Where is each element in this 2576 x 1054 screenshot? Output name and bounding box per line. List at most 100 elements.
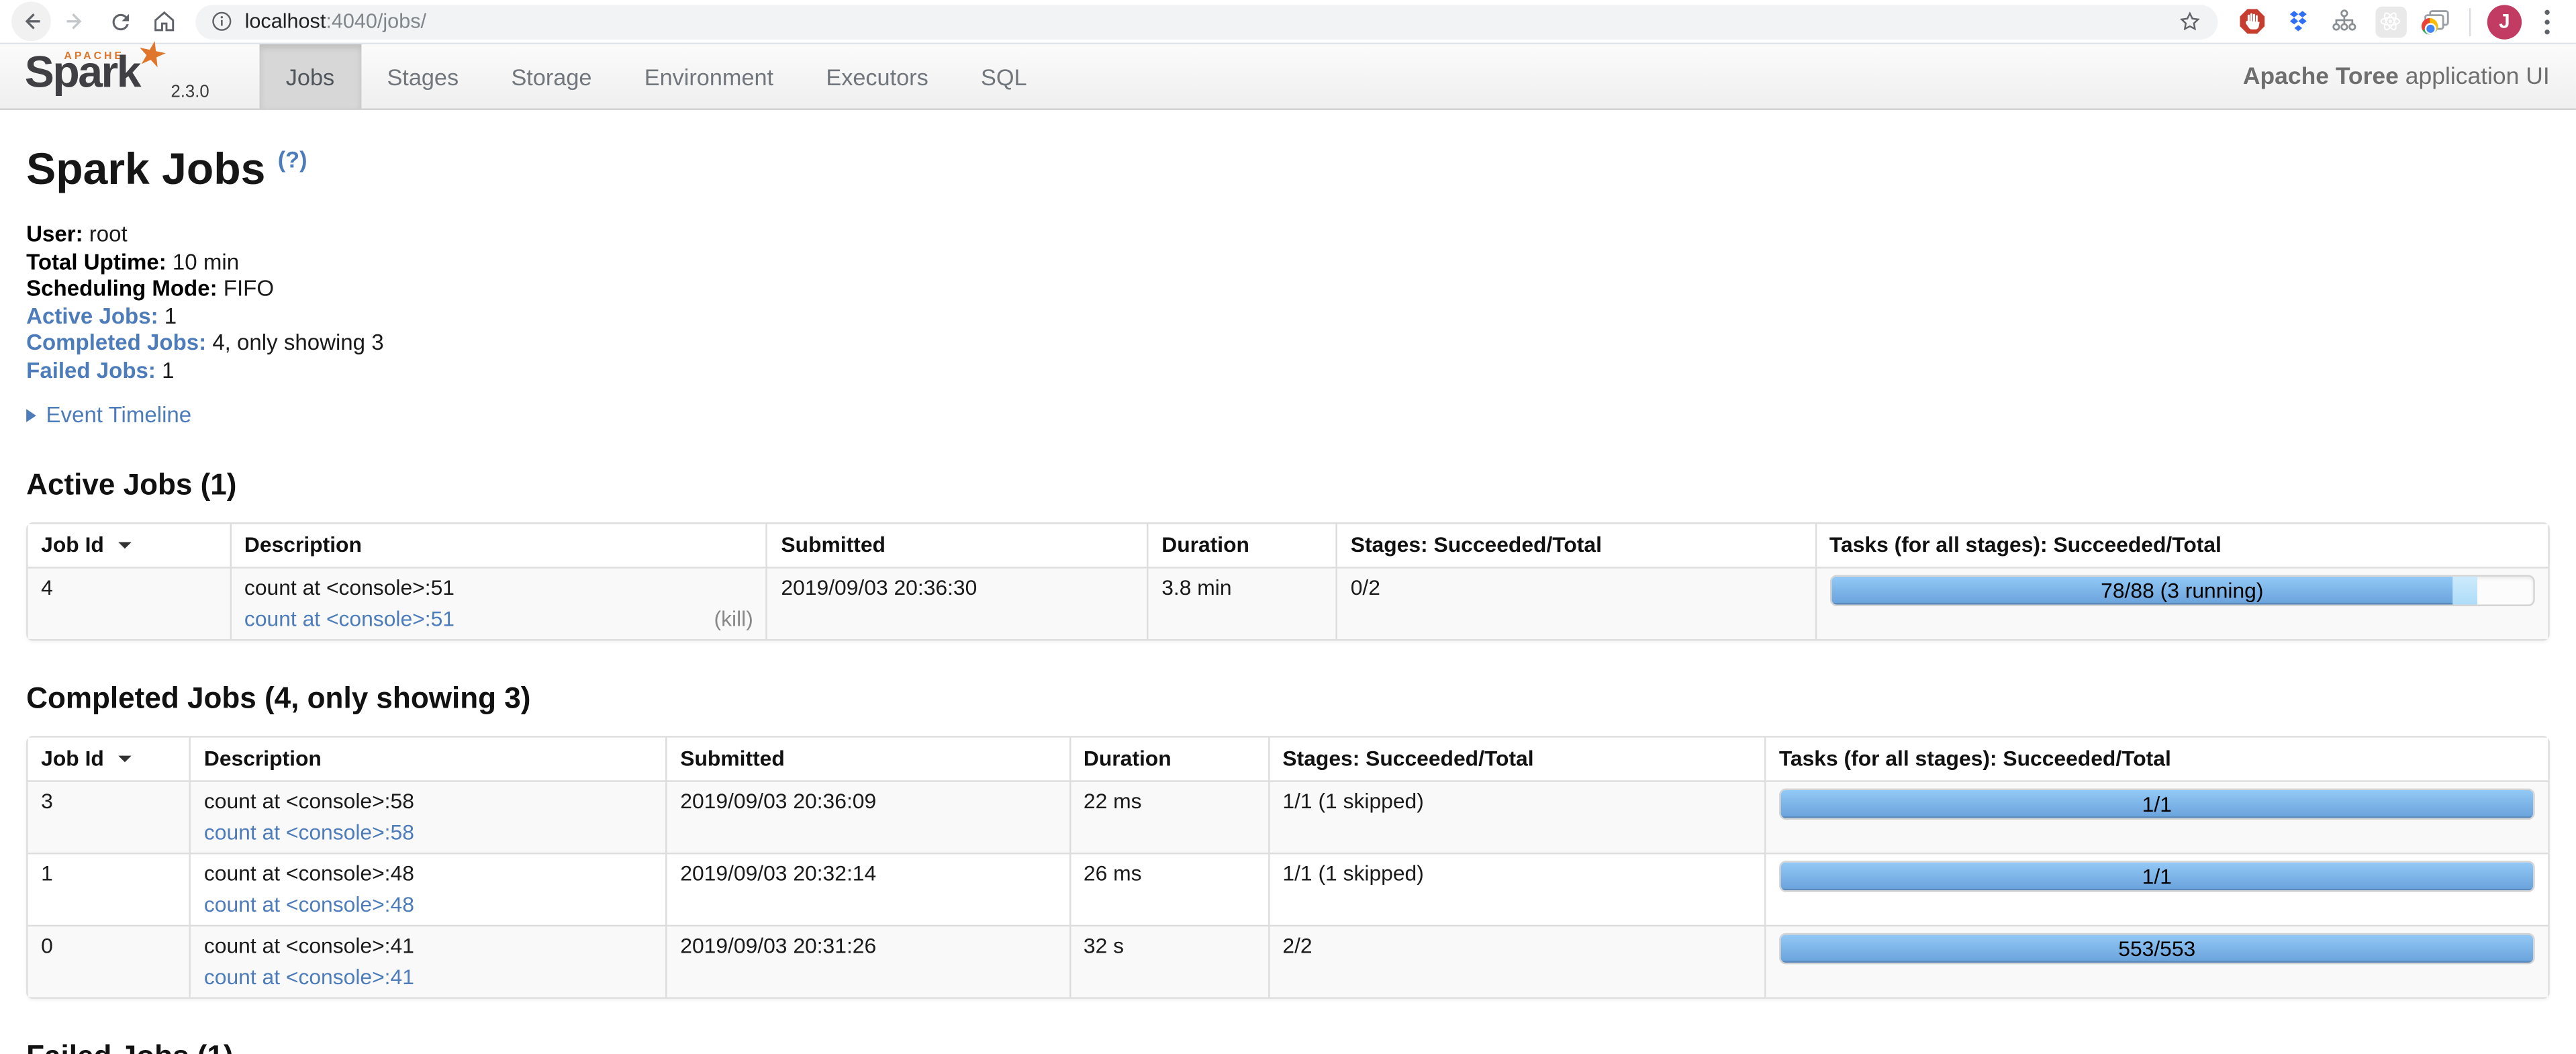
- url-host: localhost: [245, 10, 326, 33]
- job-description: count at <console>:51: [244, 574, 753, 600]
- col-description[interactable]: Description: [230, 523, 767, 566]
- job-detail-link[interactable]: count at <console>:48: [204, 891, 414, 917]
- adblock-extension-icon[interactable]: [2232, 1, 2272, 41]
- job-id-cell: 0: [28, 924, 189, 996]
- tab-environment[interactable]: Environment: [618, 44, 800, 108]
- description-cell: count at <console>:48 count at <console>…: [189, 852, 665, 924]
- site-info-icon[interactable]: [210, 10, 233, 33]
- failed-jobs-link[interactable]: Failed Jobs:: [26, 357, 156, 382]
- scheduling-mode-label: Scheduling Mode:: [26, 276, 217, 301]
- tasks-cell: 1/1: [1764, 779, 2548, 852]
- description-cell: count at <console>:58 count at <console>…: [189, 779, 665, 852]
- chrome-remote-desktop-extension-icon[interactable]: [2417, 1, 2456, 41]
- col-duration[interactable]: Duration: [1147, 523, 1336, 566]
- tasks-cell: 553/553: [1764, 924, 2548, 996]
- forward-arrow-icon: [62, 8, 89, 34]
- description-cell: count at <console>:51 count at <console>…: [230, 566, 767, 638]
- url-text[interactable]: localhost:4040/jobs/: [245, 10, 2177, 33]
- react-atom-icon: [2375, 6, 2405, 37]
- tab-jobs[interactable]: Jobs: [260, 44, 361, 108]
- table-header-row: Job Id Description Submitted Duration St…: [28, 736, 2548, 779]
- failed-jobs-heading: Failed Jobs (1): [26, 1039, 2550, 1054]
- stages-cell: 0/2: [1336, 566, 1815, 638]
- app-name: Apache Toree: [2243, 64, 2399, 90]
- stages-cell: 2/2: [1268, 924, 1764, 996]
- col-stages[interactable]: Stages: Succeeded/Total: [1268, 736, 1764, 779]
- summary-uptime: Total Uptime: 10 min: [26, 252, 2550, 272]
- col-submitted[interactable]: Submitted: [665, 736, 1069, 779]
- job-id-cell: 1: [28, 852, 189, 924]
- tab-stages[interactable]: Stages: [361, 44, 485, 108]
- col-description[interactable]: Description: [189, 736, 665, 779]
- dropbox-extension-icon[interactable]: [2279, 1, 2318, 41]
- submitted-cell: 2019/09/03 20:36:30: [766, 566, 1147, 638]
- completed-jobs-count: 4, only showing 3: [206, 330, 383, 355]
- active-jobs-table: Job Id Description Submitted Duration St…: [26, 522, 2550, 640]
- stages-cell: 1/1 (1 skipped): [1268, 779, 1764, 852]
- user-label: User:: [26, 222, 83, 246]
- app-title: Apache Toree application UI: [2243, 44, 2576, 108]
- active-jobs-count: 1: [158, 303, 177, 328]
- completed-jobs-link[interactable]: Completed Jobs:: [26, 330, 206, 355]
- back-button[interactable]: [11, 1, 51, 41]
- profile-avatar[interactable]: J: [2487, 4, 2522, 38]
- col-submitted[interactable]: Submitted: [766, 523, 1147, 566]
- summary-user: User: root: [26, 225, 2550, 244]
- job-detail-link[interactable]: count at <console>:51: [244, 606, 455, 632]
- tasks-progress-bar: 78/88 (3 running): [1829, 574, 2535, 605]
- progress-label: 553/553: [1780, 934, 2533, 962]
- user-value: root: [83, 222, 128, 246]
- job-description: count at <console>:41: [204, 932, 653, 959]
- tasks-cell: 78/88 (3 running): [1815, 566, 2548, 638]
- bookmark-star-icon[interactable]: [2177, 8, 2203, 34]
- tasks-progress-bar: 1/1: [1779, 860, 2535, 891]
- tab-storage[interactable]: Storage: [485, 44, 618, 108]
- job-detail-link[interactable]: count at <console>:41: [204, 963, 414, 990]
- duration-cell: 32 s: [1069, 924, 1268, 996]
- stages-cell: 1/1 (1 skipped): [1268, 852, 1764, 924]
- col-tasks[interactable]: Tasks (for all stages): Succeeded/Total: [1815, 523, 2548, 566]
- active-jobs-link[interactable]: Active Jobs:: [26, 303, 158, 328]
- tab-sql[interactable]: SQL: [955, 44, 1053, 108]
- toolbar-separator: [2469, 7, 2471, 36]
- kill-job-link[interactable]: (kill): [714, 606, 753, 632]
- table-row: 3 count at <console>:58 count at <consol…: [28, 779, 2548, 852]
- col-stages[interactable]: Stages: Succeeded/Total: [1336, 523, 1815, 566]
- job-id-cell: 3: [28, 779, 189, 852]
- tasks-cell: 1/1: [1764, 852, 2548, 924]
- duration-cell: 3.8 min: [1147, 566, 1336, 638]
- tab-executors[interactable]: Executors: [800, 44, 955, 108]
- completed-jobs-heading: Completed Jobs (4, only showing 3): [26, 681, 2550, 715]
- page-title: Spark Jobs (?): [26, 144, 2550, 195]
- submitted-cell: 2019/09/03 20:32:14: [665, 852, 1069, 924]
- summary-list: User: root Total Uptime: 10 min Scheduli…: [26, 225, 2550, 380]
- react-devtools-extension-icon[interactable]: [2371, 1, 2410, 41]
- col-job-id[interactable]: Job Id: [28, 523, 230, 566]
- table-row: 1 count at <console>:48 count at <consol…: [28, 852, 2548, 924]
- job-description: count at <console>:48: [204, 860, 653, 886]
- scheduling-mode-value: FIFO: [218, 276, 274, 301]
- forward-button[interactable]: [56, 1, 95, 41]
- completed-jobs-table: Job Id Description Submitted Duration St…: [26, 735, 2550, 998]
- spark-logo[interactable]: APACHE Spark ★ 2.3.0: [0, 44, 260, 108]
- job-detail-link[interactable]: count at <console>:58: [204, 819, 414, 845]
- extensions-area: J: [2230, 1, 2565, 41]
- event-timeline-toggle[interactable]: Event Timeline: [26, 401, 2550, 426]
- sitemap-extension-icon[interactable]: [2325, 1, 2365, 41]
- submitted-cell: 2019/09/03 20:36:09: [665, 779, 1069, 852]
- submitted-cell: 2019/09/03 20:31:26: [665, 924, 1069, 996]
- spark-version: 2.3.0: [171, 82, 209, 101]
- sort-caret-icon: [119, 542, 132, 549]
- table-row: 0 count at <console>:41 count at <consol…: [28, 924, 2548, 996]
- browser-menu-button[interactable]: [2528, 1, 2565, 41]
- reload-button[interactable]: [100, 1, 140, 41]
- tasks-progress-bar: 553/553: [1779, 932, 2535, 963]
- nav-tabs: Jobs Stages Storage Environment Executor…: [260, 44, 1053, 108]
- col-tasks[interactable]: Tasks (for all stages): Succeeded/Total: [1764, 736, 2548, 779]
- col-job-id[interactable]: Job Id: [28, 736, 189, 779]
- col-duration[interactable]: Duration: [1069, 736, 1268, 779]
- summary-completed-jobs: Completed Jobs: 4, only showing 3: [26, 334, 2550, 353]
- help-link[interactable]: (?): [278, 146, 307, 173]
- address-bar[interactable]: localhost:4040/jobs/: [195, 4, 2217, 38]
- duration-cell: 26 ms: [1069, 852, 1268, 924]
